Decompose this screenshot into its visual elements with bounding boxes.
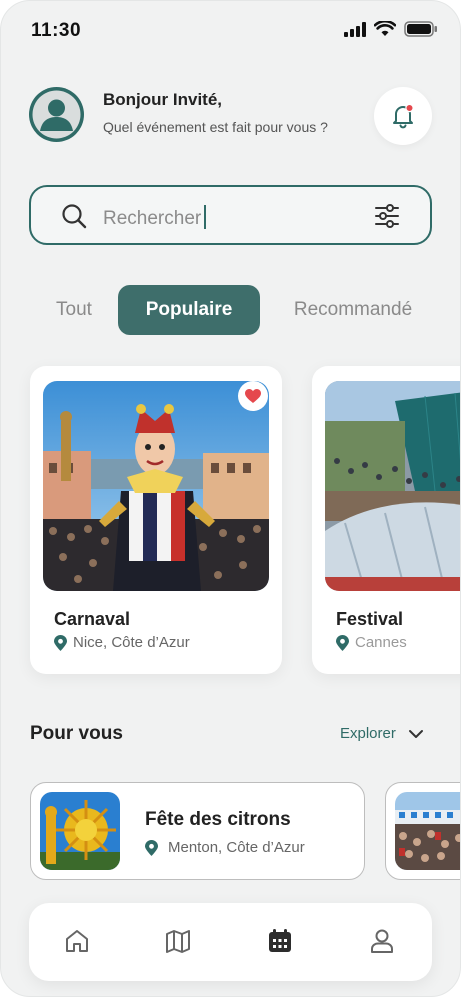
calendar-icon bbox=[269, 929, 291, 952]
user-avatar-icon bbox=[32, 90, 81, 139]
location-pin-icon bbox=[336, 634, 349, 651]
chevron-down-icon bbox=[408, 729, 423, 738]
search-placeholder: Rechercher bbox=[103, 208, 202, 229]
nav-calendar[interactable] bbox=[264, 925, 296, 957]
status-bar: 11:30 bbox=[1, 1, 460, 61]
nav-home[interactable] bbox=[61, 925, 93, 957]
event-image-festival bbox=[325, 381, 460, 591]
status-time: 11:30 bbox=[31, 20, 82, 41]
greeting-subtitle: Quel événement est fait pour vous ? bbox=[103, 119, 328, 135]
filter-icon[interactable] bbox=[374, 203, 400, 234]
event-thumbnail bbox=[40, 792, 120, 870]
event-card-carnaval[interactable]: Carnaval Nice, Côte d’Azur bbox=[30, 366, 282, 674]
wifi-icon bbox=[373, 19, 397, 42]
avatar[interactable] bbox=[29, 87, 84, 142]
favorite-button[interactable] bbox=[238, 381, 268, 411]
search-input[interactable]: Rechercher bbox=[103, 205, 207, 230]
map-icon bbox=[166, 930, 190, 953]
search-bar[interactable]: Rechercher bbox=[29, 185, 432, 245]
status-icons bbox=[344, 19, 438, 42]
event-location-text: Cannes bbox=[355, 634, 407, 651]
tab-recommande[interactable]: Recommandé bbox=[273, 285, 433, 335]
event-location: Cannes bbox=[336, 634, 407, 651]
phone-screen: 11:30 Bonjour Invité, Quel événement est… bbox=[0, 0, 461, 997]
location-pin-icon bbox=[54, 634, 67, 651]
event-thumbnail bbox=[395, 792, 460, 870]
event-location-text: Nice, Côte d’Azur bbox=[73, 634, 190, 651]
nav-map[interactable] bbox=[162, 925, 194, 957]
for-you-item-2[interactable] bbox=[385, 782, 460, 880]
text-cursor bbox=[204, 205, 207, 229]
event-card-festival[interactable]: Festival Cannes bbox=[312, 366, 460, 674]
event-location-text: Menton, Côte d’Azur bbox=[168, 839, 305, 856]
section-title-for-you: Pour vous bbox=[30, 723, 123, 744]
tab-tout[interactable]: Tout bbox=[31, 285, 117, 335]
notifications-button[interactable] bbox=[374, 87, 432, 145]
battery-icon bbox=[404, 21, 438, 42]
home-icon bbox=[66, 930, 88, 952]
bottom-navigation bbox=[29, 903, 432, 981]
event-title: Fête des citrons bbox=[145, 809, 291, 830]
location-pin-icon bbox=[145, 839, 158, 856]
event-location: Menton, Côte d’Azur bbox=[145, 839, 305, 856]
heart-icon bbox=[245, 388, 261, 403]
explore-label: Explorer bbox=[340, 725, 396, 742]
for-you-item-fete-des-citrons[interactable]: Fête des citrons Menton, Côte d’Azur bbox=[30, 782, 365, 880]
event-title: Carnaval bbox=[54, 609, 131, 629]
event-title: Festival bbox=[336, 609, 404, 629]
bell-icon bbox=[393, 103, 414, 129]
cellular-signal-icon bbox=[344, 21, 366, 42]
nav-profile[interactable] bbox=[366, 925, 398, 957]
event-image-carnaval bbox=[43, 381, 269, 591]
event-location: Nice, Côte d’Azur bbox=[54, 634, 190, 651]
profile-icon bbox=[371, 929, 393, 953]
greeting-title: Bonjour Invité, bbox=[103, 90, 222, 109]
search-icon bbox=[61, 203, 87, 234]
tab-populaire[interactable]: Populaire bbox=[118, 285, 260, 335]
explore-button[interactable]: Explorer bbox=[340, 725, 424, 742]
